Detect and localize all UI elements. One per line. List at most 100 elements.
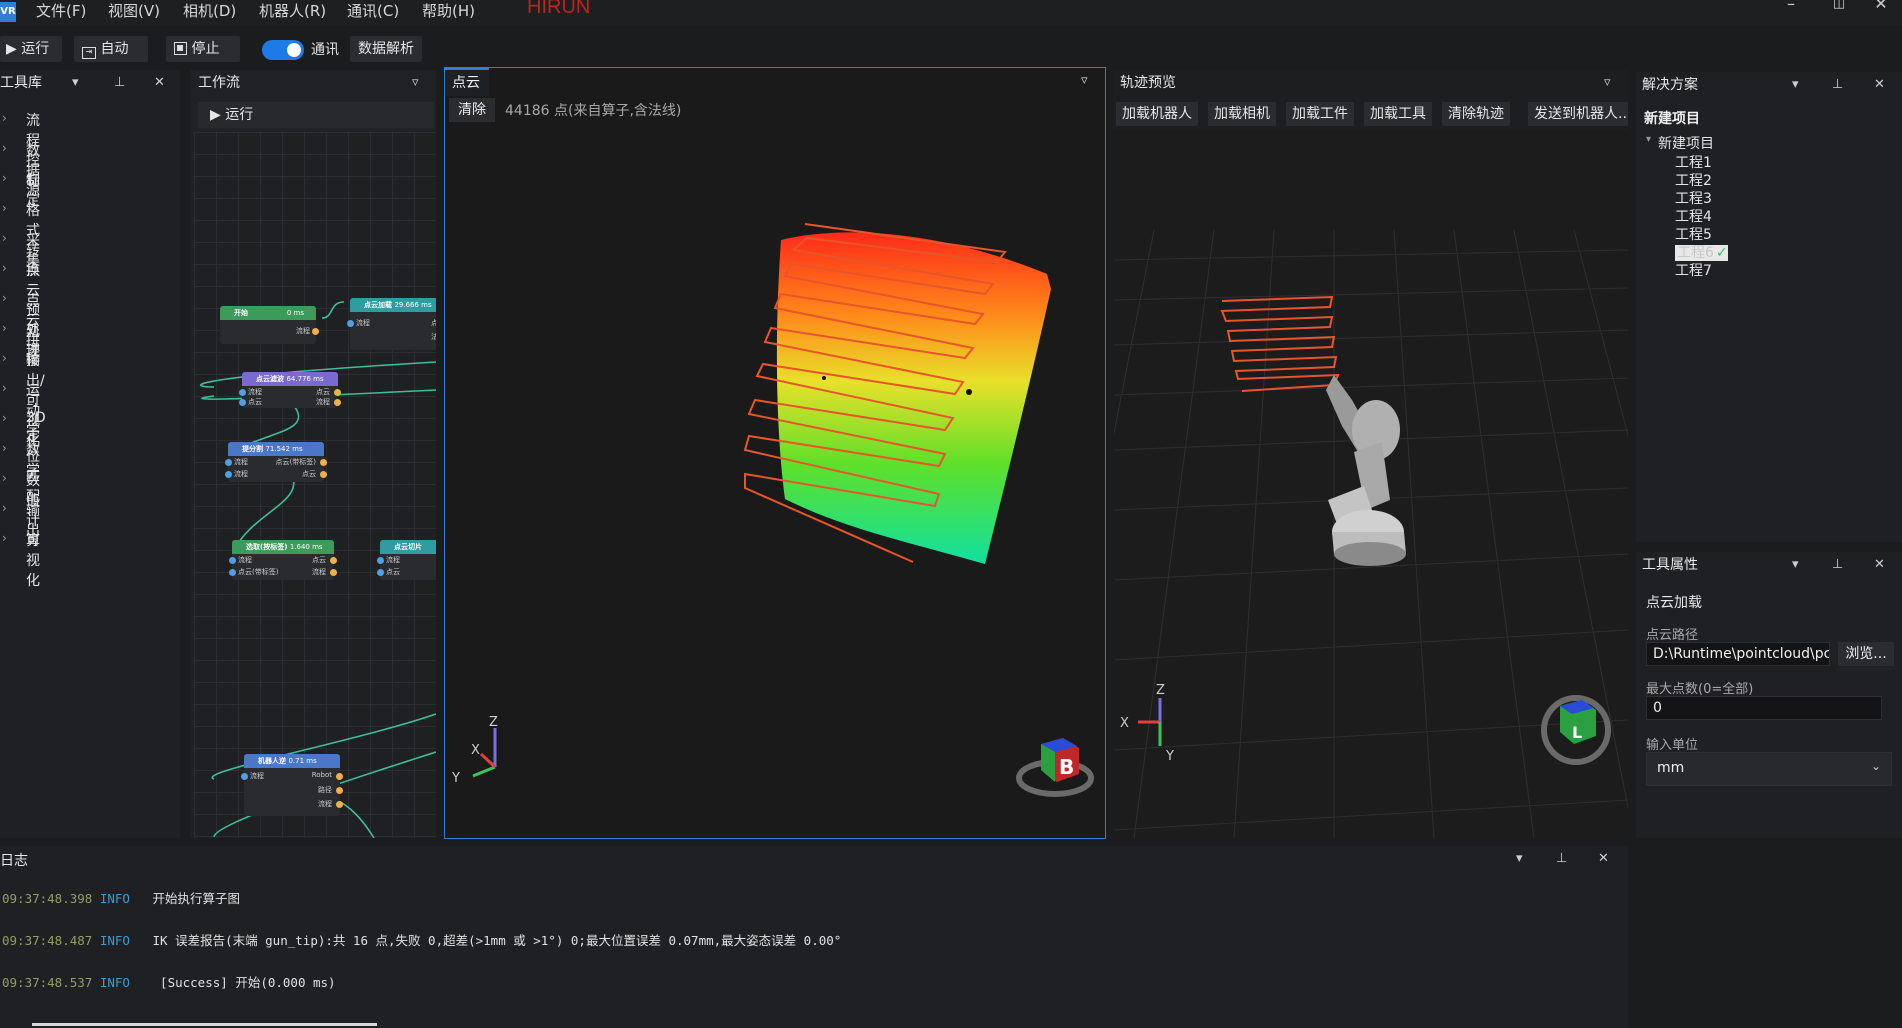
run-button[interactable]: ▶ 运行 — [0, 36, 62, 62]
port-dot[interactable] — [225, 471, 232, 478]
load-workpiece-button[interactable]: 加载工件 — [1286, 102, 1354, 126]
workflow-node-segment[interactable]: 提分割 71.542 ms 流程 流程 点云(带标签) 点云 — [225, 442, 327, 482]
clear-trajectory-button[interactable]: 清除轨迹 — [1442, 102, 1510, 126]
load-camera-button[interactable]: 加载相机 — [1208, 102, 1276, 126]
port-dot[interactable] — [241, 773, 248, 780]
comm-toggle[interactable] — [262, 40, 304, 60]
data-parse-button[interactable]: 数据解析 — [350, 36, 422, 62]
menu-camera[interactable]: 相机(D) — [183, 0, 236, 26]
tree-item-project[interactable]: 工程1 — [1675, 152, 1712, 172]
comm-label: 通讯 — [311, 42, 339, 58]
tree-item-project[interactable]: 工程3 — [1675, 188, 1712, 208]
tree-item-project[interactable]: 工程2 — [1675, 170, 1712, 190]
tree-item-project[interactable]: 工程4 — [1675, 206, 1712, 226]
log-line: 09:37:48.537 INFO [Success] 开始(0.000 ms) — [2, 972, 336, 991]
close-icon[interactable]: ✕ — [1598, 846, 1609, 872]
port-dot[interactable] — [320, 471, 327, 478]
port-dot[interactable] — [225, 459, 232, 466]
tree-expand-icon[interactable]: ▾ — [1646, 134, 1651, 145]
max-points-input[interactable]: 0 — [1646, 696, 1882, 720]
tree-item-project[interactable]: 工程7 — [1675, 260, 1712, 280]
stop-button[interactable]: 停止 — [166, 36, 240, 62]
trajectory-render: Z X Y L — [1114, 229, 1628, 838]
port-label: 流程 — [250, 772, 264, 780]
port-dot[interactable] — [336, 773, 343, 780]
tree-item-project[interactable]: 工程5 — [1675, 224, 1712, 244]
port-dot[interactable] — [377, 569, 384, 576]
port-dot[interactable] — [377, 557, 384, 564]
pin-icon[interactable]: ⊥ — [1832, 552, 1843, 578]
close-icon[interactable]: ✕ — [1866, 0, 1896, 18]
port-dot[interactable] — [229, 569, 236, 576]
menu-help[interactable]: 帮助(H) — [422, 0, 475, 26]
path-input[interactable]: D:\Runtime\pointcloud\pc — [1646, 642, 1830, 666]
port-dot[interactable] — [239, 399, 246, 406]
toggle-knob — [287, 43, 301, 57]
workflow-node-slice[interactable]: 点云切片 流程 点云 — [377, 540, 436, 580]
horizontal-scrollbar[interactable] — [32, 1023, 377, 1026]
chevron-right-icon: › — [2, 291, 7, 305]
maximize-icon[interactable]: ◫ — [1824, 0, 1854, 20]
port-dot[interactable] — [330, 569, 337, 576]
close-icon[interactable]: ✕ — [1874, 552, 1885, 578]
view-cube[interactable]: L — [1541, 695, 1611, 765]
port-dot[interactable] — [229, 557, 236, 564]
load-robot-button[interactable]: 加载机器人 — [1116, 102, 1198, 126]
max-points-label: 最大点数(0=全部) — [1646, 682, 1754, 697]
menu-comm[interactable]: 通讯(C) — [347, 0, 399, 26]
tab-pointcloud[interactable]: 点云 — [445, 68, 489, 96]
auto-button[interactable]: ⇥ 自动 — [74, 36, 148, 62]
panel-menu-icon[interactable]: ▿ — [1604, 70, 1611, 96]
close-icon[interactable]: ✕ — [154, 70, 165, 96]
workflow-node-select-by-label[interactable]: 选取(按标签) 1.640 ms 流程 点云(带标签) 点云 流程 — [229, 540, 337, 580]
menu-view[interactable]: 视图(V) — [108, 0, 160, 26]
port-dot[interactable] — [239, 389, 246, 396]
close-icon[interactable]: ✕ — [1874, 72, 1885, 98]
menu-robot[interactable]: 机器人(R) — [259, 0, 326, 26]
port-dot[interactable] — [334, 389, 341, 396]
port-dot[interactable] — [330, 557, 337, 564]
view-cube[interactable]: B — [1016, 738, 1094, 797]
port-dot[interactable] — [336, 801, 343, 808]
clear-button[interactable]: 清除 — [449, 98, 495, 122]
menu-bar: VR 文件(F) 视图(V) 相机(D) 机器人(R) 通讯(C) 帮助(H) … — [0, 0, 1902, 26]
tree-item-project[interactable]: 工程6 ✓ — [1675, 242, 1728, 262]
pin-icon[interactable]: ⊥ — [1556, 846, 1567, 872]
port-dot[interactable] — [312, 328, 319, 335]
port-dot[interactable] — [334, 399, 341, 406]
send-to-robot-button[interactable]: 发送到机器人... — [1528, 102, 1628, 126]
workflow-node-start[interactable]: 开始 0 ms 流程 — [220, 306, 319, 344]
workflow-canvas[interactable]: 开始 0 ms 流程 点云加载 29.666 ms 流程 点 法 点云滤波 64.… — [194, 132, 436, 838]
port-dot[interactable] — [336, 787, 343, 794]
chevron-down-icon[interactable]: ▾ — [72, 70, 79, 96]
pointcloud-view[interactable]: 点云 ▿ 清除 44186 点(来自算子,含法线) Z X Y B — [444, 67, 1106, 839]
chevron-down-icon[interactable]: ▾ — [1792, 552, 1799, 578]
tree-root[interactable]: 新建项目 — [1658, 133, 1714, 153]
robot-model — [1326, 375, 1406, 566]
trajectory-3d-canvas[interactable]: Z X Y L — [1114, 130, 1628, 838]
pin-icon[interactable]: ⊥ — [114, 70, 125, 96]
pin-icon[interactable]: ⊥ — [1832, 72, 1843, 98]
play-icon: ▶ — [210, 107, 221, 123]
unit-select[interactable]: mm ⌄ — [1646, 752, 1892, 786]
port-label: 流程 — [238, 556, 252, 564]
port-dot[interactable] — [320, 459, 327, 466]
node-header: 机器人逆 0.71 ms — [244, 754, 340, 768]
workflow-run-button[interactable]: ▶ 运行 — [210, 102, 253, 128]
browse-button[interactable]: 浏览... — [1838, 642, 1894, 666]
panel-menu-icon[interactable]: ▿ — [1081, 68, 1088, 94]
check-icon: ✓ — [1715, 245, 1728, 261]
panel-menu-icon[interactable]: ▿ — [412, 70, 419, 96]
stop-button-label: 停止 — [191, 41, 220, 57]
chevron-down-icon[interactable]: ▾ — [1792, 72, 1799, 98]
chevron-down-icon[interactable]: ▾ — [1516, 846, 1523, 872]
workflow-node-robot-ik[interactable]: 机器人逆 0.71 ms 流程 Robot 路径 流程 — [241, 754, 343, 816]
workflow-node-filter[interactable]: 点云滤波 64.776 ms 流程 点云 点云 流程 — [239, 372, 341, 408]
minimize-icon[interactable]: – — [1776, 0, 1806, 18]
menu-file[interactable]: 文件(F) — [36, 0, 86, 26]
workflow-node-pointcloud-load[interactable]: 点云加载 29.666 ms 流程 点 法 — [347, 298, 436, 350]
load-tool-button[interactable]: 加载工具 — [1364, 102, 1432, 126]
connection-line — [233, 474, 295, 551]
port-dot[interactable] — [347, 320, 354, 327]
log-timestamp: 09:37:48.487 — [2, 933, 93, 948]
